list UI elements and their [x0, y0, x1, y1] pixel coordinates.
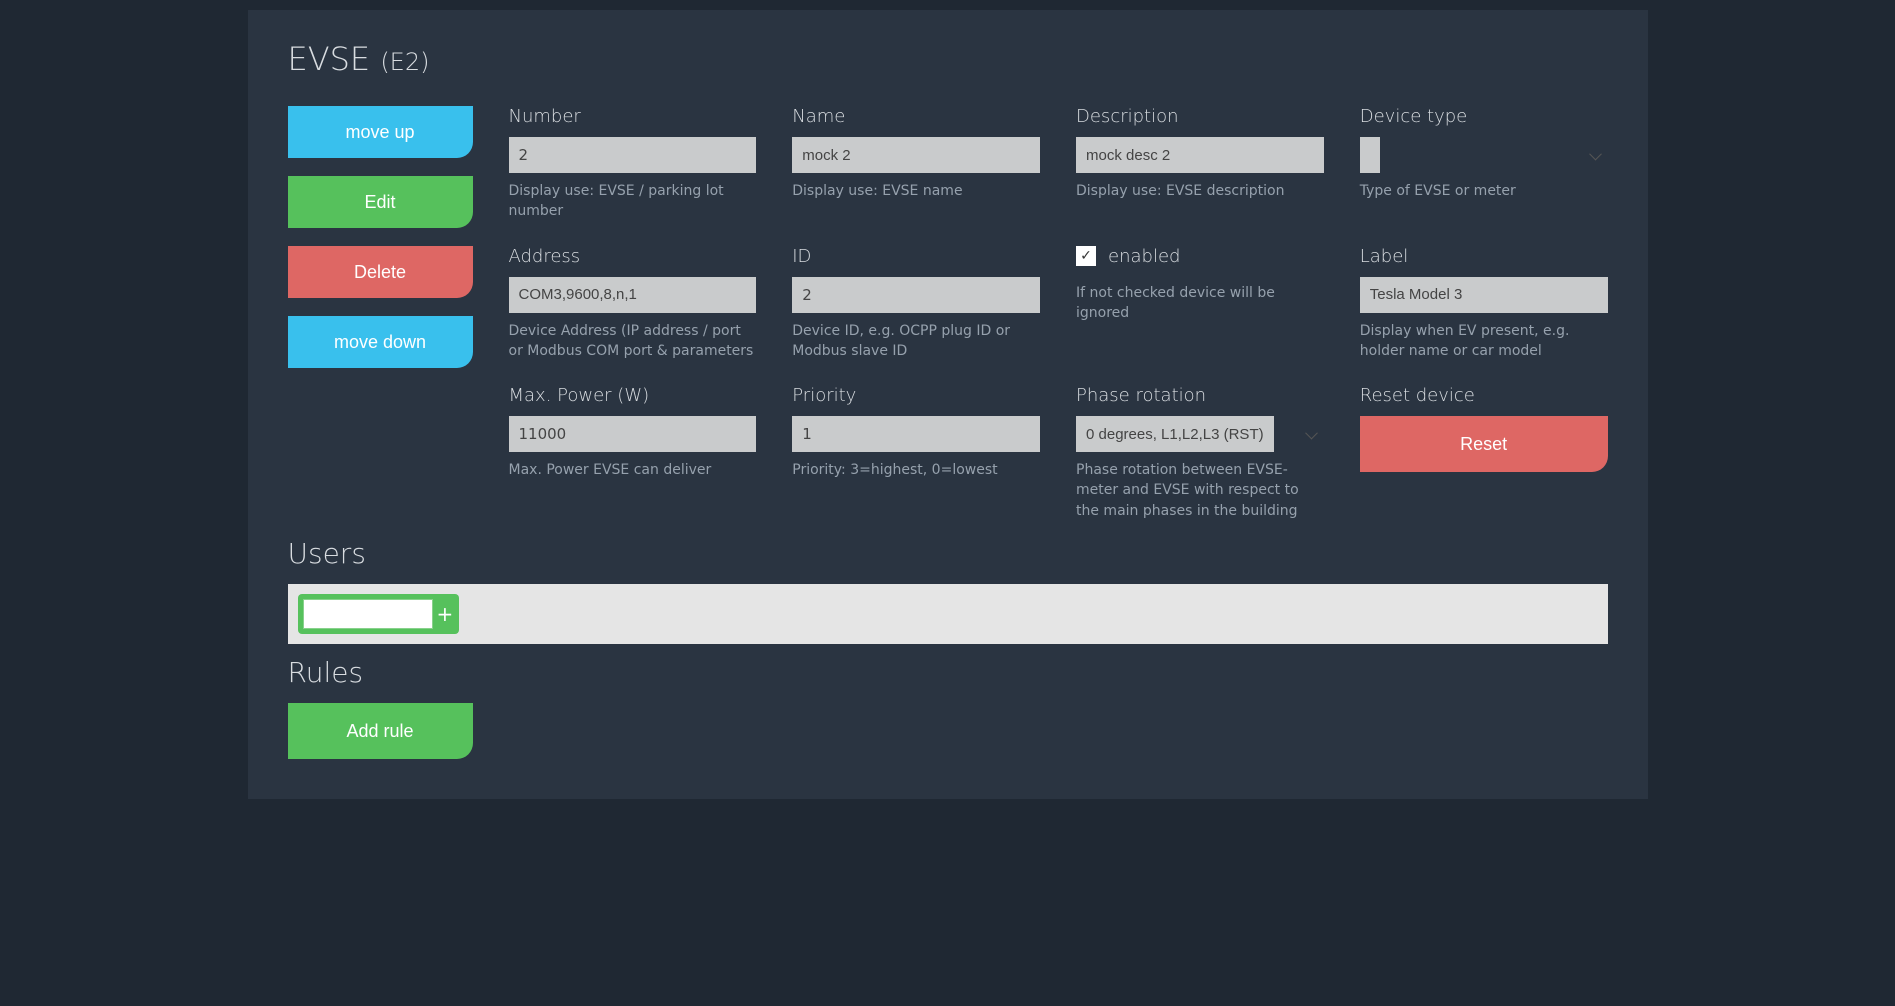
- enabled-field-group: ✓ enabled If not checked device will be …: [1076, 246, 1324, 362]
- priority-label: Priority: [792, 385, 1040, 406]
- users-title: Users: [288, 537, 1608, 570]
- id-help: Device ID, e.g. OCPP plug ID or Modbus s…: [792, 321, 1040, 362]
- label-field-group: Label Display when EV present, e.g. hold…: [1360, 246, 1608, 362]
- panel-title: EVSE (E2): [288, 40, 1608, 78]
- id-label: ID: [792, 246, 1040, 267]
- description-label: Description: [1076, 106, 1324, 127]
- reset-button[interactable]: Reset: [1360, 416, 1608, 472]
- address-label: Address: [509, 246, 757, 267]
- add-rule-button[interactable]: Add rule: [288, 703, 473, 759]
- name-help: Display use: EVSE name: [792, 181, 1040, 201]
- name-field-group: Name Display use: EVSE name: [792, 106, 1040, 222]
- device-type-label: Device type: [1360, 106, 1608, 127]
- phase-rotation-label: Phase rotation: [1076, 385, 1324, 406]
- fields-grid: Number Display use: EVSE / parking lot n…: [509, 106, 1608, 521]
- user-add-badge: +: [298, 594, 460, 634]
- priority-help: Priority: 3=highest, 0=lowest: [792, 460, 1040, 480]
- edit-button[interactable]: Edit: [288, 176, 473, 228]
- number-field-group: Number Display use: EVSE / parking lot n…: [509, 106, 757, 222]
- phase-rotation-select[interactable]: 0 degrees, L1,L2,L3 (RST): [1076, 416, 1274, 452]
- users-bar: +: [288, 584, 1608, 644]
- max-power-label: Max. Power (W): [509, 385, 757, 406]
- title-main: EVSE: [288, 40, 371, 78]
- description-help: Display use: EVSE description: [1076, 181, 1324, 201]
- address-field-group: Address Device Address (IP address / por…: [509, 246, 757, 362]
- action-sidebar: move up Edit Delete move down: [288, 106, 473, 521]
- enabled-help: If not checked device will be ignored: [1076, 283, 1324, 324]
- move-down-button[interactable]: move down: [288, 316, 473, 368]
- priority-field-group: Priority Priority: 3=highest, 0=lowest: [792, 385, 1040, 521]
- max-power-input[interactable]: [509, 416, 757, 452]
- phase-rotation-field-group: Phase rotation 0 degrees, L1,L2,L3 (RST)…: [1076, 385, 1324, 521]
- max-power-help: Max. Power EVSE can deliver: [509, 460, 757, 480]
- user-add-input[interactable]: [303, 599, 433, 629]
- description-field-group: Description Display use: EVSE descriptio…: [1076, 106, 1324, 222]
- device-type-field-group: Device type Type of EVSE or meter: [1360, 106, 1608, 222]
- device-type-help: Type of EVSE or meter: [1360, 181, 1608, 201]
- reset-field-group: Reset device Reset: [1360, 385, 1608, 521]
- move-up-button[interactable]: move up: [288, 106, 473, 158]
- number-help: Display use: EVSE / parking lot number: [509, 181, 757, 222]
- delete-button[interactable]: Delete: [288, 246, 473, 298]
- name-label: Name: [792, 106, 1040, 127]
- plus-icon[interactable]: +: [437, 604, 454, 624]
- title-sub: (E2): [380, 48, 429, 76]
- name-input[interactable]: [792, 137, 1040, 173]
- address-help: Device Address (IP address / port or Mod…: [509, 321, 757, 362]
- id-field-group: ID Device ID, e.g. OCPP plug ID or Modbu…: [792, 246, 1040, 362]
- description-input[interactable]: [1076, 137, 1324, 173]
- address-input[interactable]: [509, 277, 757, 313]
- label-help: Display when EV present, e.g. holder nam…: [1360, 321, 1608, 362]
- reset-label: Reset device: [1360, 385, 1608, 406]
- label-field-label: Label: [1360, 246, 1608, 267]
- rules-title: Rules: [288, 656, 1608, 689]
- priority-input[interactable]: [792, 416, 1040, 452]
- device-type-select[interactable]: [1360, 137, 1380, 173]
- evse-panel: EVSE (E2) move up Edit Delete move down …: [248, 10, 1648, 799]
- enabled-checkbox[interactable]: ✓: [1076, 246, 1096, 266]
- number-label: Number: [509, 106, 757, 127]
- id-input[interactable]: [792, 277, 1040, 313]
- number-input[interactable]: [509, 137, 757, 173]
- label-input[interactable]: [1360, 277, 1608, 313]
- phase-rotation-help: Phase rotation between EVSE-meter and EV…: [1076, 460, 1324, 521]
- enabled-label: enabled: [1108, 246, 1180, 267]
- max-power-field-group: Max. Power (W) Max. Power EVSE can deliv…: [509, 385, 757, 521]
